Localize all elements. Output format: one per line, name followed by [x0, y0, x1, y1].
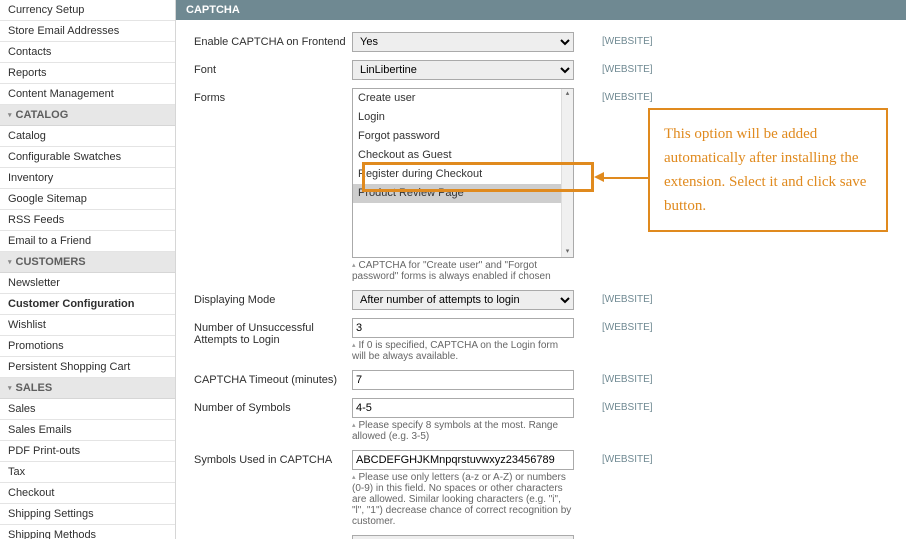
input-symcount[interactable] — [352, 398, 574, 418]
sidebar-item[interactable]: Google Sitemap — [0, 189, 175, 210]
sidebar-item[interactable]: Catalog — [0, 126, 175, 147]
sidebar-item[interactable]: Shipping Settings — [0, 504, 175, 525]
scope-enable: [WEBSITE] — [602, 32, 653, 47]
sidebar-item[interactable]: Wishlist — [0, 315, 175, 336]
sidebar-item[interactable]: Sales — [0, 399, 175, 420]
sidebar-item[interactable]: Shipping Methods — [0, 525, 175, 539]
sidebar-item[interactable]: RSS Feeds — [0, 210, 175, 231]
hint-forms: CAPTCHA for "Create user" and "Forgot pa… — [352, 258, 574, 282]
listbox-option[interactable]: Create user — [353, 89, 563, 108]
listbox-option[interactable]: Register during Checkout — [353, 165, 563, 184]
label-symcount: Number of Symbols — [194, 398, 352, 414]
sidebar-item[interactable]: Content Management — [0, 84, 175, 105]
select-mode[interactable]: After number of attempts to login — [352, 290, 574, 310]
select-font[interactable]: LinLibertine — [352, 60, 574, 80]
scrollbar[interactable] — [561, 89, 573, 257]
label-font: Font — [194, 60, 352, 76]
listbox-option[interactable]: Forgot password — [353, 127, 563, 146]
listbox-option[interactable]: Checkout as Guest — [353, 146, 563, 165]
scope-casesens: [WEBSITE] — [602, 535, 653, 539]
input-symused[interactable] — [352, 450, 574, 470]
listbox-forms[interactable]: Create userLoginForgot passwordCheckout … — [352, 88, 574, 258]
scope-font: [WEBSITE] — [602, 60, 653, 75]
scope-timeout: [WEBSITE] — [602, 370, 653, 385]
scope-mode: [WEBSITE] — [602, 290, 653, 305]
label-casesens: Case Sensitive — [194, 535, 352, 539]
hint-symused: Please use only letters (a-z or A-Z) or … — [352, 470, 574, 527]
sidebar-head-customers[interactable]: CUSTOMERS — [0, 252, 175, 273]
select-enable[interactable]: Yes — [352, 32, 574, 52]
label-attempts: Number of Unsuccessful Attempts to Login — [194, 318, 352, 346]
select-casesens[interactable]: No — [352, 535, 574, 539]
hint-symcount: Please specify 8 symbols at the most. Ra… — [352, 418, 574, 442]
sidebar-item[interactable]: Tax — [0, 462, 175, 483]
sidebar-item[interactable]: Promotions — [0, 336, 175, 357]
annotation-arrow — [598, 177, 648, 179]
annotation-text: This option will be added automatically … — [664, 126, 866, 214]
sidebar-item[interactable]: Inventory — [0, 168, 175, 189]
sidebar-head-sales[interactable]: SALES — [0, 378, 175, 399]
sidebar-item[interactable]: Sales Emails — [0, 420, 175, 441]
sidebar-head-catalog[interactable]: CATALOG — [0, 105, 175, 126]
label-enable: Enable CAPTCHA on Frontend — [194, 32, 352, 48]
sidebar-item[interactable]: Store Email Addresses — [0, 21, 175, 42]
main-panel: CAPTCHA Enable CAPTCHA on Frontend Yes [… — [176, 0, 906, 539]
scope-symused: [WEBSITE] — [602, 450, 653, 465]
sidebar-item[interactable]: Checkout — [0, 483, 175, 504]
sidebar-item[interactable]: Configurable Swatches — [0, 147, 175, 168]
sidebar: Currency SetupStore Email AddressesConta… — [0, 0, 176, 539]
section-title[interactable]: CAPTCHA — [176, 0, 906, 20]
sidebar-item[interactable]: Reports — [0, 63, 175, 84]
input-attempts[interactable] — [352, 318, 574, 338]
annotation-callout: This option will be added automatically … — [648, 108, 888, 232]
sidebar-item[interactable]: Email to a Friend — [0, 231, 175, 252]
scope-attempts: [WEBSITE] — [602, 318, 653, 333]
label-mode: Displaying Mode — [194, 290, 352, 306]
label-symused: Symbols Used in CAPTCHA — [194, 450, 352, 466]
sidebar-item[interactable]: Currency Setup — [0, 0, 175, 21]
sidebar-item[interactable]: Persistent Shopping Cart — [0, 357, 175, 378]
input-timeout[interactable] — [352, 370, 574, 390]
sidebar-item[interactable]: Contacts — [0, 42, 175, 63]
scope-forms: [WEBSITE] — [602, 88, 653, 103]
annotation-arrowhead — [594, 172, 604, 182]
scope-symcount: [WEBSITE] — [602, 398, 653, 413]
listbox-option[interactable]: Product Review Page — [353, 184, 563, 203]
label-timeout: CAPTCHA Timeout (minutes) — [194, 370, 352, 386]
listbox-option[interactable]: Login — [353, 108, 563, 127]
sidebar-item[interactable]: Customer Configuration — [0, 294, 175, 315]
sidebar-item[interactable]: Newsletter — [0, 273, 175, 294]
sidebar-item[interactable]: PDF Print-outs — [0, 441, 175, 462]
label-forms: Forms — [194, 88, 352, 104]
hint-attempts: If 0 is specified, CAPTCHA on the Login … — [352, 338, 574, 362]
